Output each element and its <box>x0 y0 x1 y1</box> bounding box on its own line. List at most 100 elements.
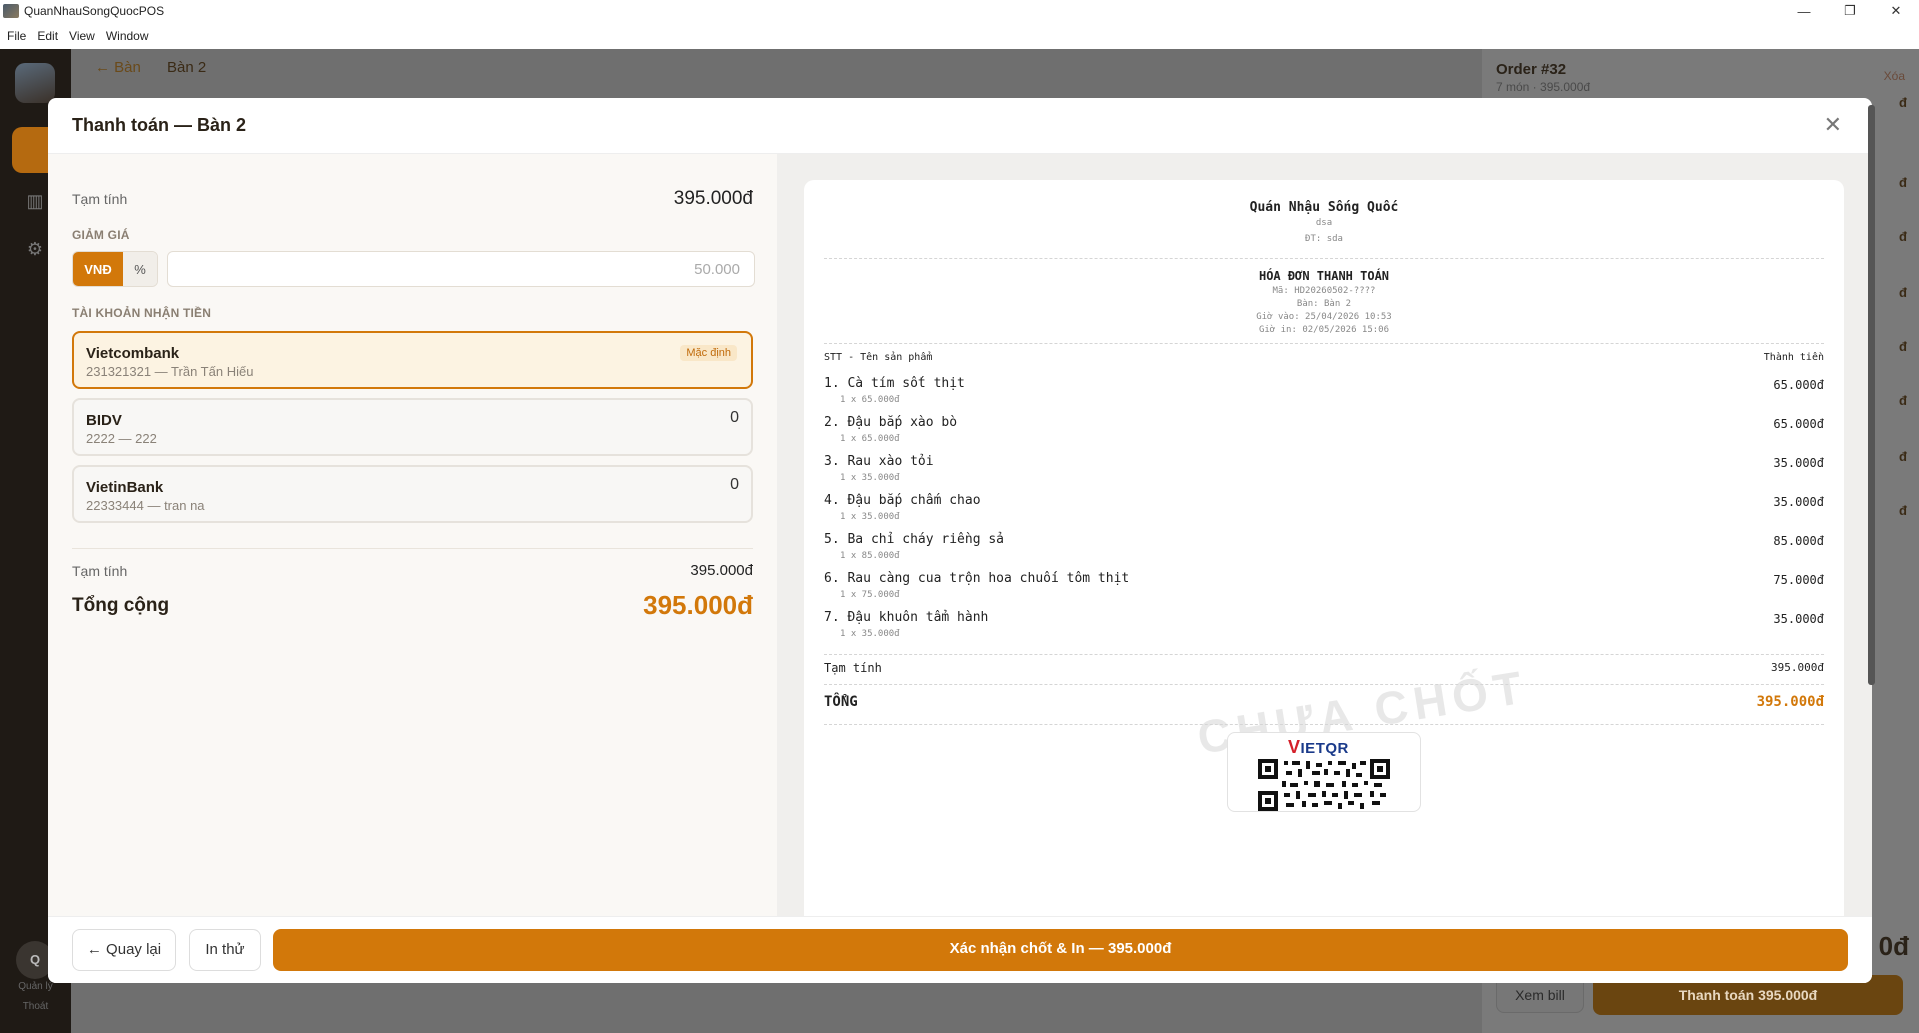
receipt-time-in: Giờ vào: 25/04/2026 10:53 <box>1256 312 1392 322</box>
qr-code <box>1258 759 1390 811</box>
close-icon[interactable]: ✕ <box>1824 112 1842 138</box>
window-close-button[interactable]: ✕ <box>1873 0 1919 22</box>
back-button[interactable]: ← Quay lại <box>72 929 176 971</box>
window-titlebar: QuanNhauSongQuocPOS — ❐ ✕ <box>0 0 1919 22</box>
menu-window[interactable]: Window <box>106 29 149 43</box>
discount-mode-percent[interactable]: % <box>123 252 157 286</box>
receipt-divider <box>824 684 1824 685</box>
accounts-section-label: TÀI KHOẢN NHẬN TIỀN <box>72 306 212 320</box>
maximize-button[interactable]: ❐ <box>1827 0 1873 22</box>
vietqr-card: VIETQR <box>1227 732 1421 812</box>
receipt-item-qty: 1 x 35.000đ <box>840 473 900 483</box>
receipt-divider <box>824 258 1824 259</box>
minimize-button[interactable]: — <box>1781 0 1827 22</box>
order-line-price: đ <box>1899 449 1907 464</box>
account-amount: 0 <box>730 476 739 493</box>
modal-header: Thanh toán — Bàn 2 ✕ <box>48 98 1872 154</box>
breadcrumb: ← Bàn Bàn 2 <box>95 59 206 76</box>
receipt-preview-panel: Quán Nhậu Sống Quốc dsa ĐT: sda HÓA ĐƠN … <box>777 154 1872 916</box>
payment-modal: Thanh toán — Bàn 2 ✕ Tạm tính 395.000đ G… <box>48 98 1872 983</box>
modal-footer: ← Quay lại In thử Xác nhận chốt & In — 3… <box>48 916 1872 983</box>
summary-subtotal-row: Tạm tính 395.000đ <box>72 562 753 579</box>
logout-link[interactable]: Thoát <box>0 1001 71 1012</box>
discount-row: VNĐ % <box>72 251 755 287</box>
receipt-total-label: TỔNG <box>824 694 858 710</box>
account-detail: 22333444 — tran na <box>86 498 205 513</box>
menu-view[interactable]: View <box>69 29 95 43</box>
account-detail: 2222 — 222 <box>86 431 157 446</box>
order-line-price: đ <box>1899 95 1907 110</box>
chart-icon[interactable]: ▥ <box>24 191 46 213</box>
account-option-vietinbank[interactable]: VietinBank 22333444 — tran na 0 <box>72 465 753 523</box>
subtotal-label: Tạm tính <box>72 191 128 207</box>
receipt-col-amount: Thành tiền <box>1763 352 1824 363</box>
summary-total-value: 395.000đ <box>643 590 753 620</box>
receipt-item-name: 2. Đậu bắp xào bò <box>824 415 958 430</box>
account-amount: 0 <box>730 409 739 426</box>
receipt-total-value: 395.000đ <box>1756 694 1824 710</box>
order-line-price: đ <box>1899 229 1907 244</box>
receipt-item-qty: 1 x 75.000đ <box>840 590 900 600</box>
receipt-divider <box>824 343 1824 344</box>
vietqr-logo: VIETQR <box>1288 737 1349 757</box>
receipt-item-total: 75.000đ <box>1773 573 1824 587</box>
summary-total-label: Tổng cộng <box>72 594 170 616</box>
menu-file[interactable]: File <box>7 29 26 43</box>
receipt-item-qty: 1 x 35.000đ <box>840 512 900 522</box>
order-line-price: đ <box>1899 503 1907 518</box>
account-option-vietcombank[interactable]: Vietcombank 231321321 — Trần Tấn Hiếu Mặ… <box>72 331 753 389</box>
subtotal-value: 395.000đ <box>673 188 753 209</box>
receipt-item-name: 6. Rau càng cua trộn hoa chuối tôm thịt <box>824 571 1130 586</box>
receipt-code: Mã: HD20260502-???? <box>1272 286 1376 296</box>
confirm-print-button[interactable]: Xác nhận chốt & In — 395.000đ <box>273 929 1848 971</box>
receipt-time-print: Giờ in: 02/05/2026 15:06 <box>1258 325 1390 335</box>
receipt-item-name: 4. Đậu bắp chấm chao <box>824 493 981 508</box>
receipt-col-product: STT - Tên sản phẩm <box>824 352 933 363</box>
account-bank-name: BIDV <box>86 412 122 429</box>
receipt-address: dsa <box>1315 218 1333 228</box>
test-print-button[interactable]: In thử <box>189 929 261 971</box>
receipt-heading: HÓA ĐƠN THANH TOÁN <box>1258 269 1390 283</box>
receipt-phone: ĐT: sda <box>1305 234 1343 244</box>
receipt-item-total: 65.000đ <box>1773 378 1824 392</box>
receipt-shop-name: Quán Nhậu Sống Quốc <box>1249 200 1399 215</box>
receipt-item-qty: 1 x 65.000đ <box>840 434 900 444</box>
subtotal-row: Tạm tính 395.000đ <box>72 188 753 210</box>
discount-input[interactable] <box>167 251 755 287</box>
menu-edit[interactable]: Edit <box>37 29 58 43</box>
discount-mode-vnd[interactable]: VNĐ <box>73 252 123 286</box>
order-title: Order #32 <box>1496 61 1567 78</box>
receipt-table: Bàn: Bàn 2 <box>1296 299 1352 309</box>
order-total: 0đ <box>1878 931 1909 961</box>
account-option-bidv[interactable]: BIDV 2222 — 222 0 <box>72 398 753 456</box>
receipt-item-total: 65.000đ <box>1773 417 1824 431</box>
order-line-price: đ <box>1899 175 1907 190</box>
gear-icon[interactable]: ⚙ <box>24 239 46 261</box>
scrollbar[interactable] <box>1868 105 1875 685</box>
order-subtitle: 7 món · 395.000đ <box>1496 80 1591 94</box>
receipt-item-qty: 1 x 85.000đ <box>840 551 900 561</box>
account-detail: 231321321 — Trần Tấn Hiếu <box>86 364 254 379</box>
receipt-divider <box>824 724 1824 725</box>
modal-title: Thanh toán — Bàn 2 <box>72 115 247 135</box>
discount-section-label: GIẢM GIÁ <box>72 228 130 242</box>
default-badge: Mặc định <box>680 345 737 361</box>
breadcrumb-current: Bàn 2 <box>167 59 207 76</box>
order-line-price: đ <box>1899 393 1907 408</box>
receipt-item-name: 5. Ba chỉ cháy riềng sả <box>824 532 1005 547</box>
app-icon <box>3 4 19 18</box>
breadcrumb-back[interactable]: ← Bàn <box>95 59 141 76</box>
order-clear-button[interactable]: Xóa <box>1884 69 1905 83</box>
receipt-item-name: 3. Rau xào tỏi <box>824 454 934 469</box>
order-line-price: đ <box>1899 339 1907 354</box>
receipt-item-name: 7. Đậu khuôn tẩm hành <box>824 610 989 625</box>
order-line-price: đ <box>1899 285 1907 300</box>
summary-total-row: Tổng cộng 395.000đ <box>72 590 753 621</box>
discount-mode-toggle: VNĐ % <box>72 251 158 287</box>
summary-subtotal-label: Tạm tính <box>72 562 128 579</box>
receipt-divider <box>824 654 1824 655</box>
account-bank-name: VietinBank <box>86 479 164 496</box>
shop-logo <box>15 63 55 103</box>
receipt-item-total: 85.000đ <box>1773 534 1824 548</box>
receipt-item-total: 35.000đ <box>1773 456 1824 470</box>
